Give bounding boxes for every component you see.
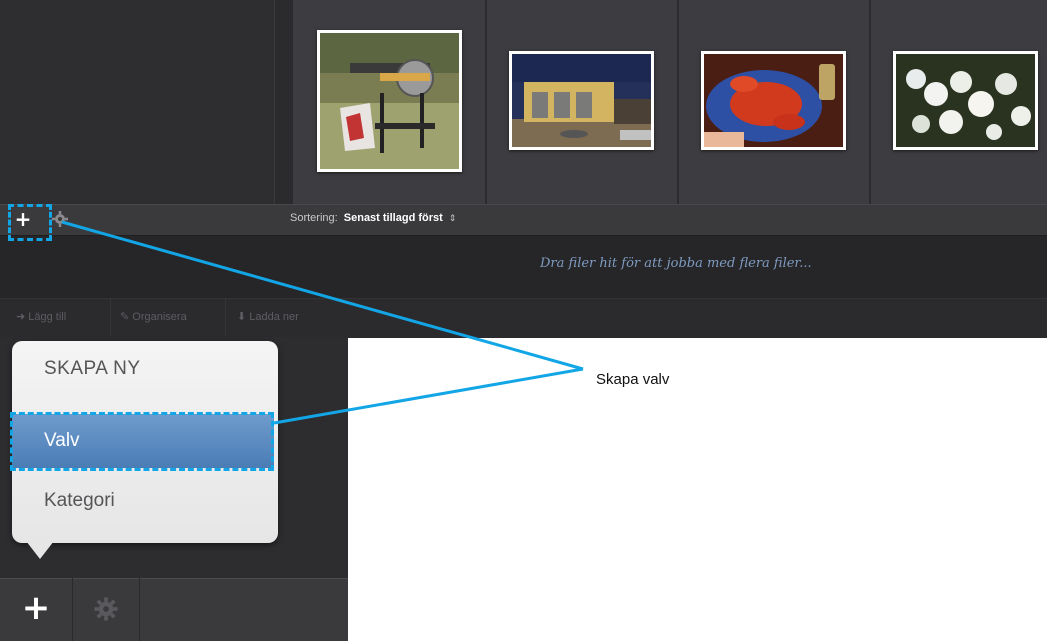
callout-label: Skapa valv bbox=[596, 371, 670, 388]
callout-line bbox=[273, 367, 584, 425]
callout-lines bbox=[61, 220, 584, 425]
callout-line bbox=[61, 220, 584, 371]
